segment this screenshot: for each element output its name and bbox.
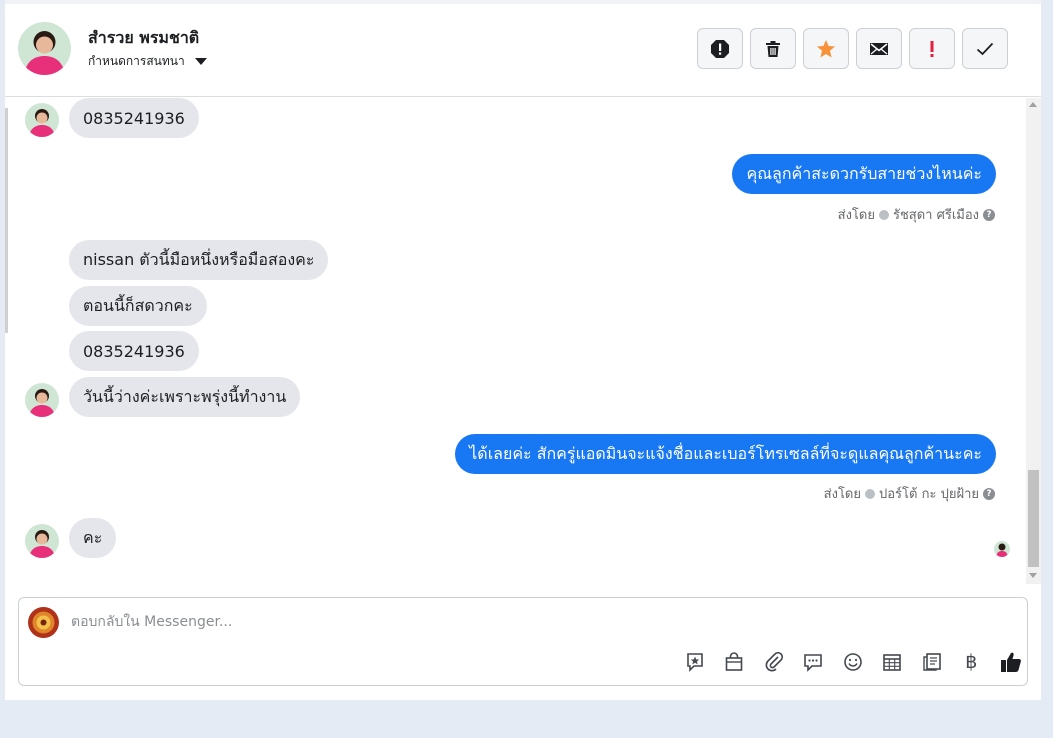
composer-toolbar: ฿ xyxy=(675,650,1031,674)
mark-unread-button[interactable] xyxy=(856,28,902,69)
caret-down-icon xyxy=(194,58,207,65)
quick-reply-button[interactable] xyxy=(794,650,834,674)
seen-indicator-avatar xyxy=(994,541,1010,557)
saved-reply-icon xyxy=(686,653,703,672)
star-button[interactable] xyxy=(803,28,849,69)
sender-check-icon xyxy=(865,488,875,499)
contact-avatar-small[interactable] xyxy=(25,383,59,417)
incoming-message-bubble[interactable]: 0835241936 xyxy=(69,331,199,371)
calendar-icon xyxy=(883,654,902,671)
chat-bubble-icon xyxy=(804,654,823,672)
help-icon[interactable]: ? xyxy=(983,208,995,221)
scrollbar-thumb[interactable] xyxy=(1028,470,1039,567)
incoming-message-bubble[interactable]: ตอนนี้ก็สดวกคะ xyxy=(69,286,207,326)
notes-icon xyxy=(923,653,941,671)
reply-input[interactable] xyxy=(71,611,971,633)
report-spam-button[interactable] xyxy=(697,28,743,69)
emoji-button[interactable] xyxy=(833,650,873,674)
thread-scrollbar[interactable] xyxy=(1026,98,1041,584)
sent-by-label: ส่งโดย ปอร์โต้ กะ ปุยฝ้าย ? xyxy=(824,483,995,504)
incoming-message-bubble[interactable]: nissan ตัวนี้มือหนึ่งหรือมือสองคะ xyxy=(69,240,329,280)
contact-avatar-small[interactable] xyxy=(25,103,59,137)
contact-name[interactable]: สำรวย พรมชาติ xyxy=(88,26,199,51)
conversation-header: สำรวย พรมชาติ กำหนดการสนทนา xyxy=(5,4,1041,97)
shopping-bag-icon xyxy=(725,652,743,671)
thumbs-up-icon xyxy=(1000,652,1021,672)
notes-button[interactable] xyxy=(912,650,952,674)
paperclip-icon xyxy=(765,652,783,672)
emoji-icon xyxy=(843,653,862,671)
messenger-inbox-panel: สำรวย พรมชาติ กำหนดการสนทนา 0835241936 ค… xyxy=(5,0,1041,700)
sender-name: ปอร์โต้ กะ ปุยฝ้าย xyxy=(879,487,979,502)
mark-done-button[interactable] xyxy=(962,28,1008,69)
delete-button[interactable] xyxy=(750,28,796,69)
conversation-actions xyxy=(697,28,1008,69)
baht-icon: ฿ xyxy=(965,651,978,673)
attach-button[interactable] xyxy=(754,650,794,674)
assign-label: กำหนดการสนทนา xyxy=(88,54,185,68)
sender-name: รัชสุดา ศรีเมือง xyxy=(892,208,979,223)
outgoing-message-bubble[interactable]: คุณลูกค้าสะดวกรับสายช่วงไหนค่ะ xyxy=(732,154,996,194)
shop-button[interactable] xyxy=(715,650,755,674)
like-button[interactable] xyxy=(991,650,1031,674)
envelope-icon xyxy=(870,42,888,55)
incoming-message-bubble[interactable]: คะ xyxy=(69,518,117,558)
message-thread[interactable]: 0835241936 คุณลูกค้าสะดวกรับสายช่วงไหนค่… xyxy=(5,98,1025,584)
sender-check-icon xyxy=(878,209,889,220)
outgoing-message-bubble[interactable]: ได้เลยค่ะ สักครู่แอดมินจะแจ้งชื่อและเบอร… xyxy=(455,434,996,474)
scroll-up-arrow-icon[interactable] xyxy=(1029,102,1037,107)
appointment-button[interactable] xyxy=(873,650,913,674)
trash-icon xyxy=(766,40,780,57)
follow-up-button[interactable] xyxy=(909,28,955,69)
sent-by-prefix: ส่งโดย xyxy=(837,208,875,223)
report-spam-icon xyxy=(711,39,729,58)
star-icon xyxy=(817,39,835,57)
sent-by-label: ส่งโดย รัชสุดา ศรีเมือง ? xyxy=(838,204,995,225)
saved-reply-button[interactable] xyxy=(675,650,715,674)
exclamation-icon xyxy=(930,40,934,57)
checkmark-icon xyxy=(976,42,994,55)
incoming-message-bubble[interactable]: วันนี้ว่างค่ะเพราะพรุ่งนี้ทำงาน xyxy=(69,377,301,417)
reply-composer: ฿ xyxy=(18,597,1028,686)
payment-button[interactable]: ฿ xyxy=(952,650,992,674)
sent-by-prefix: ส่งโดย xyxy=(823,487,861,502)
incoming-message-bubble[interactable]: 0835241936 xyxy=(69,98,199,138)
page-avatar xyxy=(28,607,59,638)
assign-conversation-dropdown[interactable]: กำหนดการสนทนา xyxy=(88,52,207,71)
scroll-down-arrow-icon[interactable] xyxy=(1029,573,1037,578)
contact-avatar[interactable] xyxy=(18,22,71,75)
contact-avatar-small[interactable] xyxy=(25,524,59,558)
help-icon[interactable]: ? xyxy=(983,487,995,500)
